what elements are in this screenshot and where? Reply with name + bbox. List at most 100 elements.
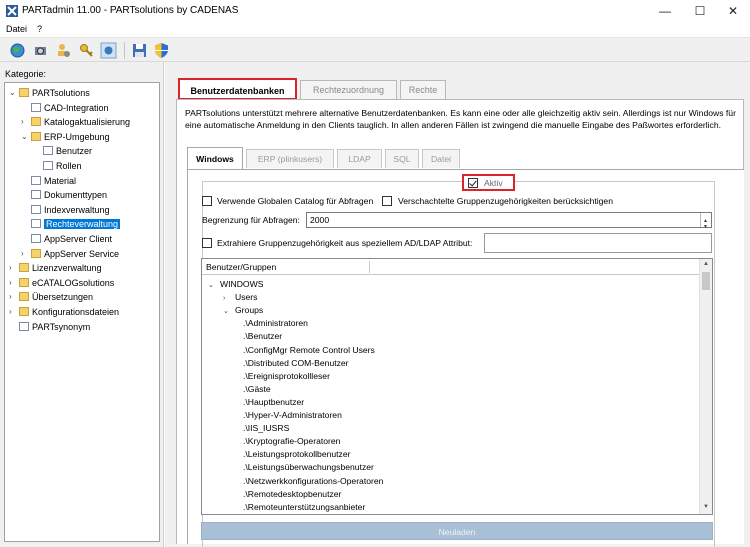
sidebar-item-übersetzungen[interactable]: Übersetzungen (19, 291, 93, 304)
minimize-button[interactable]: — (648, 2, 682, 20)
tree-node-label: Groups (235, 305, 264, 316)
folder-icon (19, 277, 29, 287)
subtab-sql[interactable]: SQL (385, 149, 419, 168)
extra-group-checkbox[interactable] (202, 238, 212, 248)
subtab-erp[interactable]: ERP (plinkusers) (246, 149, 334, 168)
list-header-label: Benutzer/Gruppen (206, 262, 277, 272)
tree-node[interactable]: .\Ereignisprotokollleser (243, 370, 330, 382)
sidebar-item-erp-umgebung[interactable]: ERP-Umgebung (31, 131, 110, 144)
tree-expander-icon[interactable]: › (9, 278, 12, 287)
tree-node-label: .\Gäste (243, 383, 271, 394)
tree-node[interactable]: .\Hauptbenutzer (243, 396, 304, 408)
extra-group-input[interactable] (484, 233, 712, 253)
sidebar-item-konfigurationsdateien[interactable]: Konfigurationsdateien (19, 306, 119, 319)
document-icon (19, 321, 29, 331)
tree-node[interactable]: ⌄ Groups (223, 304, 263, 316)
window-title: PARTadmin 11.00 - PARTsolutions by CADEN… (22, 5, 239, 16)
list-scrollbar[interactable]: ▲ ▼ (699, 259, 712, 514)
scroll-up-icon[interactable]: ▲ (703, 261, 709, 267)
sidebar-item-katalogaktualisierung[interactable]: Katalogaktualisierung (31, 116, 130, 129)
tree-node[interactable]: .\IIS_IUSRS (243, 422, 289, 434)
tree-node[interactable]: .\Netzwerkkonfigurations-Operatoren (243, 475, 383, 487)
scrollbar-thumb[interactable] (702, 272, 710, 290)
sidebar-item-cad-integration[interactable]: CAD-Integration (31, 102, 109, 115)
sidebar-item-partsynonym[interactable]: PARTsynonym (19, 321, 90, 334)
tab-rechtezuordnung[interactable]: Rechtezuordnung (300, 80, 397, 99)
sidebar-item-lizenzverwaltung[interactable]: Lizenzverwaltung (19, 262, 102, 275)
catalog-gear-icon[interactable] (32, 42, 49, 59)
sidebar-item-label: AppServer Service (44, 248, 120, 259)
tree-node-label: .\Remoteunterstützungsanbieter (243, 501, 366, 512)
sidebar-item-material[interactable]: Material (31, 175, 76, 188)
tree-node[interactable]: .\Leistungsüberwachungsbenutzer (243, 461, 374, 473)
sidebar-item-rechteverwaltung[interactable]: Rechteverwaltung (31, 218, 121, 231)
tree-node[interactable]: .\Administratoren (243, 317, 308, 329)
chevron-down-icon[interactable]: ⌄ (223, 306, 235, 318)
close-button[interactable]: ✕ (716, 2, 750, 20)
tree-node[interactable]: .\ConfigMgr Remote Control Users (243, 344, 375, 356)
sidebar-item-partsolutions[interactable]: PARTsolutions (19, 87, 90, 100)
tree-node[interactable]: › Users (223, 291, 257, 303)
tree-node-label: .\Kryptografie-Operatoren (243, 436, 341, 447)
globe-icon[interactable] (9, 42, 26, 59)
aktiv-checkbox[interactable] (468, 178, 478, 188)
limit-spinner[interactable]: ▲ ▼ (700, 213, 711, 230)
tree-expander-icon[interactable]: › (21, 117, 24, 126)
tree-node[interactable]: ⌄ WINDOWS (208, 278, 263, 290)
menu-datei[interactable]: Datei (6, 24, 27, 34)
tree-node[interactable]: .\Remotedesktopbenutzer (243, 488, 341, 500)
tree-node-label: .\Hyper-V-Administratoren (243, 410, 342, 420)
shield-icon[interactable] (153, 42, 170, 59)
tree-expander-icon[interactable]: ⌄ (21, 132, 28, 141)
menu-help[interactable]: ? (37, 24, 42, 34)
tab-rechte[interactable]: Rechte (400, 80, 446, 99)
header-divider[interactable] (369, 261, 370, 273)
sidebar-item-benutzer[interactable]: Benutzer (43, 145, 92, 158)
user-gear-icon[interactable] (55, 42, 72, 59)
document-icon (31, 204, 41, 214)
maximize-button[interactable]: ☐ (683, 2, 717, 20)
users-groups-list[interactable]: Benutzer/Gruppen ⌄ WINDOWS › Users ⌄ Groups .\… (201, 258, 713, 515)
sidebar-item-ecatalogsolutions[interactable]: eCATALOGsolutions (19, 277, 114, 290)
tree-node[interactable]: .\Distributed COM-Benutzer (243, 357, 349, 369)
tree-node[interactable]: .\Remoteunterstützungsanbieter (243, 501, 365, 513)
tree-node[interactable]: .\Kryptografie-Operatoren (243, 435, 340, 447)
sidebar-item-label: Material (44, 175, 77, 186)
tab-benutzerdatenbanken[interactable]: Benutzerdatenbanken (178, 78, 297, 100)
chevron-down-icon[interactable]: ⌄ (208, 280, 220, 292)
save-icon[interactable] (131, 42, 148, 59)
tree-expander-icon[interactable]: › (9, 263, 12, 272)
tree-node[interactable]: .\Gäste (243, 383, 271, 395)
network-gear-icon[interactable] (100, 42, 117, 59)
key-icon[interactable] (78, 42, 95, 59)
tree-node[interactable]: .\Benutzer (243, 330, 282, 342)
tree-expander-icon[interactable]: › (9, 307, 12, 316)
limit-spinbox[interactable]: 2000 ▲ ▼ (306, 212, 712, 230)
category-tree[interactable]: ⌄ PARTsolutions CAD-Integration › Katalogakt… (4, 82, 160, 542)
spin-down-icon[interactable]: ▼ (703, 220, 708, 234)
neuladen-button[interactable]: Neuladen (201, 522, 713, 540)
document-icon (31, 102, 41, 112)
list-header-users-groups[interactable]: Benutzer/Gruppen (202, 259, 700, 275)
subtab-datei[interactable]: Datei (422, 149, 460, 168)
nested-groups-checkbox[interactable] (382, 196, 392, 206)
subtab-ldap[interactable]: LDAP (337, 149, 382, 168)
tree-expander-icon[interactable]: › (9, 292, 12, 301)
sidebar-item-label: Rechteverwaltung (44, 219, 121, 230)
sidebar-item-appserver-service[interactable]: AppServer Service (31, 248, 119, 261)
tree-node-label: .\Remotedesktopbenutzer (243, 488, 342, 499)
sidebar-item-rollen[interactable]: Rollen (43, 160, 82, 173)
tree-expander-icon[interactable]: ⌄ (9, 88, 16, 97)
tree-node[interactable]: .\Leistungsprotokollbenutzer (243, 448, 351, 460)
sidebar-item-label: Rollen (56, 161, 82, 171)
sidebar-item-appserver-client[interactable]: AppServer Client (31, 233, 112, 246)
tree-node-label: .\ConfigMgr Remote Control Users (243, 344, 375, 355)
folder-icon (19, 263, 29, 273)
tree-node[interactable]: .\Hyper-V-Administratoren (243, 409, 342, 421)
global-catalog-checkbox[interactable] (202, 196, 212, 206)
sidebar-item-dokumenttypen[interactable]: Dokumenttypen (31, 189, 107, 202)
tree-expander-icon[interactable]: › (21, 249, 24, 258)
subtab-windows[interactable]: Windows (187, 147, 243, 170)
scroll-down-icon[interactable]: ▼ (703, 504, 709, 510)
sidebar-item-indexverwaltung[interactable]: Indexverwaltung (31, 204, 110, 217)
